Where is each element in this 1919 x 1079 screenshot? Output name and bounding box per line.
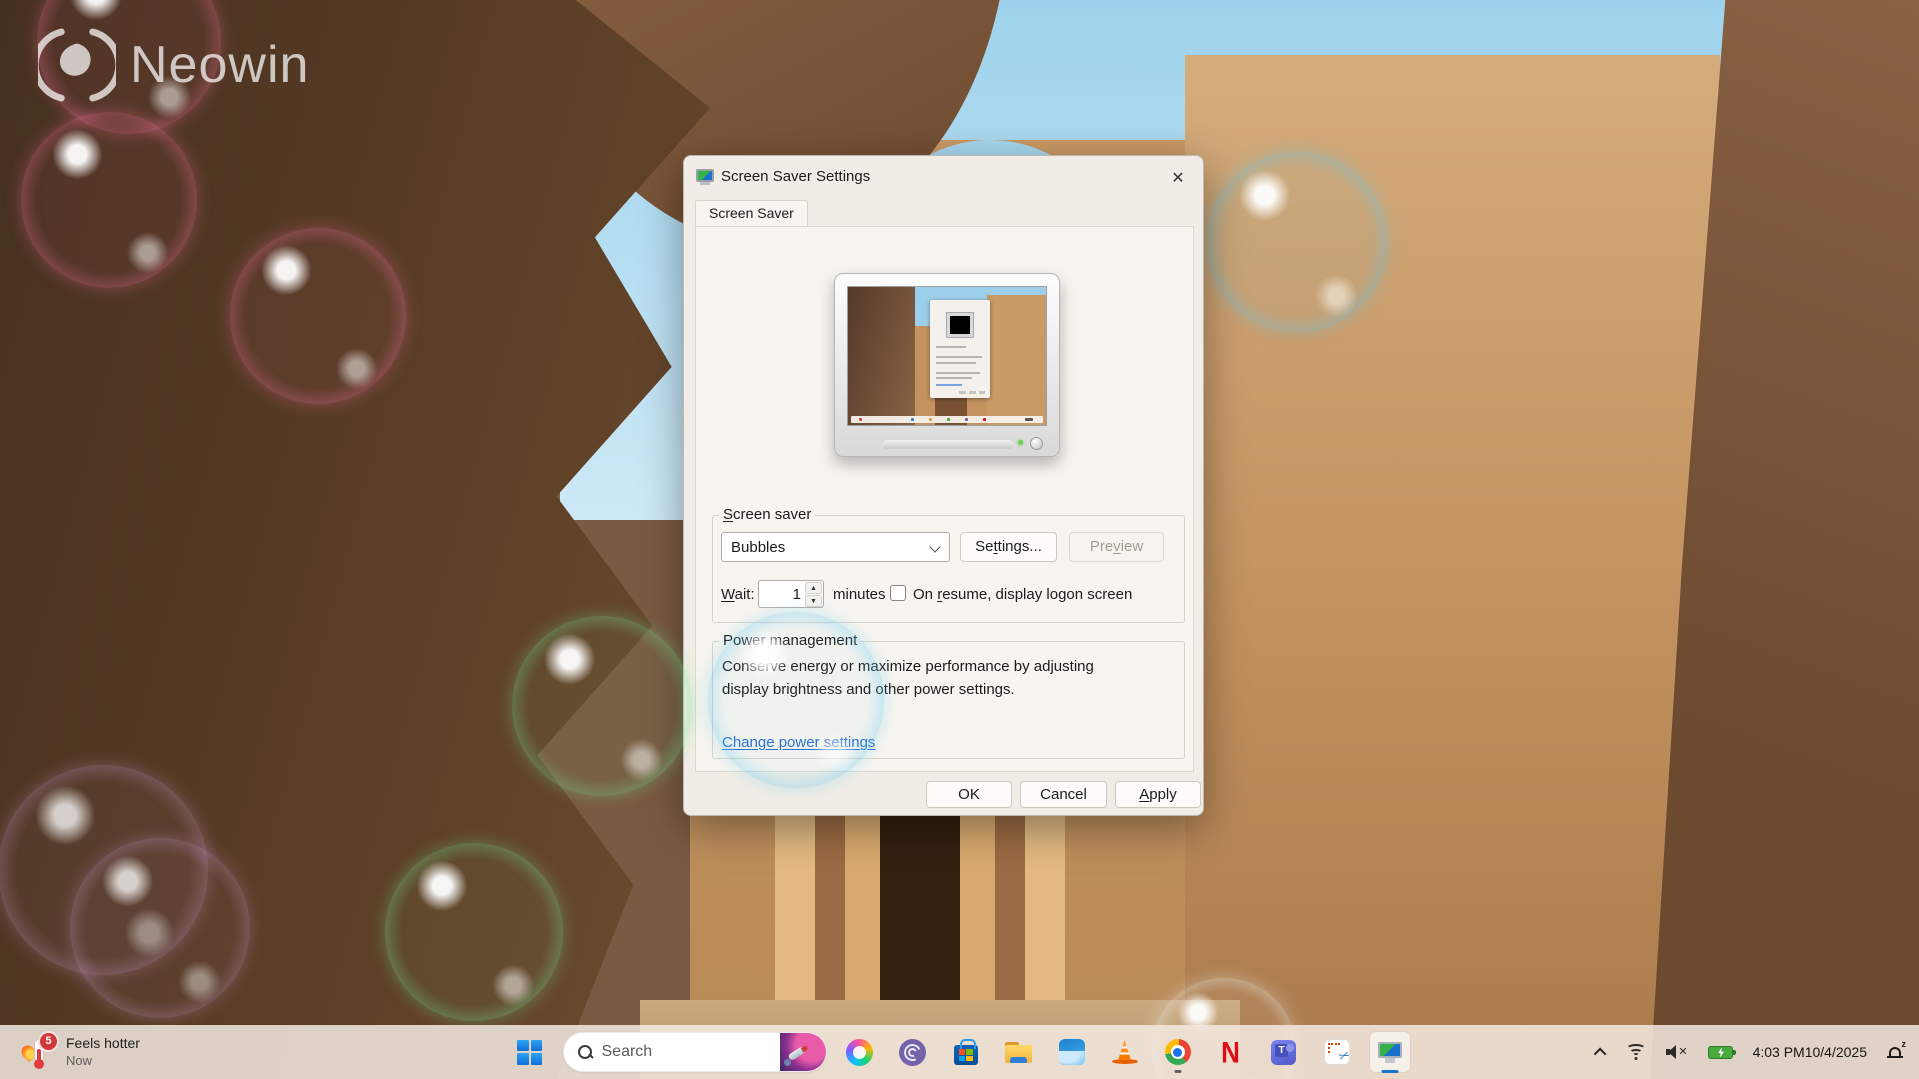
tray-date: 10/4/2025 <box>1805 1043 1867 1062</box>
tray-time: 4:03 PM <box>1753 1043 1805 1062</box>
taskbar-app-screen-saver-settings[interactable] <box>1370 1032 1410 1072</box>
system-tray: ✕ 4:03 PM 10/4/2025 z <box>1593 1025 1907 1079</box>
file-explorer-icon <box>1005 1042 1032 1063</box>
weather-widget[interactable]: 5 Feels hotter Now <box>10 1025 152 1079</box>
netflix-icon: N <box>1221 1037 1240 1067</box>
cancel-button[interactable]: Cancel <box>1020 781 1107 808</box>
clock[interactable]: 4:03 PM 10/4/2025 <box>1749 1034 1871 1070</box>
start-button[interactable] <box>510 1032 550 1072</box>
on-resume-checkbox[interactable] <box>890 585 906 601</box>
bubble-green-1 <box>512 616 692 796</box>
active-app-indicator <box>1381 1070 1398 1073</box>
bubble-pink-2 <box>21 112 197 288</box>
search-daily-image <box>780 1033 826 1072</box>
close-icon[interactable]: ✕ <box>1161 164 1195 191</box>
monitor-power-button <box>1030 437 1043 450</box>
mini-wallpaper-left <box>848 287 915 425</box>
desktop: Neowin Screen Saver Settings ✕ Screen Sa… <box>0 0 1919 1079</box>
do-not-disturb-bell-icon[interactable]: z <box>1883 1034 1907 1070</box>
screen-saver-group-label: Screen saver <box>719 506 815 523</box>
bubble-pink-3 <box>230 228 406 404</box>
dialog-button-row: OK Cancel Apply <box>684 781 1203 808</box>
vlc-icon <box>1112 1040 1138 1064</box>
notification-badge: 5 <box>38 1031 59 1052</box>
neowin-logo-icon <box>38 26 116 104</box>
bittorrent-icon <box>899 1039 926 1066</box>
monitor-stand <box>883 440 1013 449</box>
wait-spinner-arrows: ▲ ▼ <box>805 582 822 606</box>
mini-taskbar <box>851 416 1043 423</box>
dialog-title: Screen Saver Settings <box>721 168 870 185</box>
display-screensaver-icon <box>696 169 714 185</box>
bubble-lavender-2 <box>70 838 250 1018</box>
weather-title: Feels hotter <box>66 1035 140 1053</box>
preview-button[interactable]: Preview <box>1069 532 1164 562</box>
tray-chevron-up-icon[interactable] <box>1593 1034 1610 1070</box>
bubble-cyan-dialog <box>708 612 884 788</box>
bubble-green-2 <box>385 843 563 1021</box>
running-indicator <box>1174 1070 1181 1073</box>
wait-value: 1 <box>793 586 801 603</box>
taskbar-app-bittorrent[interactable] <box>893 1032 933 1072</box>
mini-dialog <box>930 300 990 398</box>
volume-muted-icon[interactable]: ✕ <box>1662 1034 1692 1070</box>
taskbar-app-microsoft-store[interactable] <box>946 1032 986 1072</box>
search-icon <box>578 1045 592 1059</box>
screensaver-dropdown[interactable]: Bubbles <box>721 532 950 562</box>
chevron-down-icon <box>929 541 940 552</box>
mini-dialog-monitor <box>947 313 973 337</box>
bubble-cyan-1 <box>1207 152 1387 332</box>
spinner-up-icon[interactable]: ▲ <box>805 582 822 594</box>
taskbar: 5 Feels hotter Now <box>0 1025 1919 1079</box>
taskbar-app-chrome[interactable] <box>1158 1032 1198 1072</box>
tab-screen-saver[interactable]: Screen Saver <box>695 200 808 226</box>
windows-logo-icon <box>517 1040 542 1065</box>
taskbar-app-vlc[interactable] <box>1105 1032 1145 1072</box>
photos-icon <box>1059 1039 1085 1065</box>
spinner-down-icon[interactable]: ▼ <box>805 595 822 607</box>
taskbar-app-file-explorer[interactable] <box>999 1032 1039 1072</box>
on-resume-checkbox-label[interactable]: On resume, display logon screen <box>913 586 1132 603</box>
weather-subtitle: Now <box>66 1053 140 1069</box>
neowin-watermark: Neowin <box>38 26 309 104</box>
taskbar-app-photos[interactable] <box>1052 1032 1092 1072</box>
chrome-icon <box>1165 1039 1191 1065</box>
taskbar-app-snipping-tool[interactable]: ✂ <box>1317 1032 1357 1072</box>
taskbar-center: N ✂ <box>510 1025 1410 1079</box>
monitor-preview-screen <box>847 286 1047 426</box>
settings-button[interactable]: Settings... <box>960 532 1057 562</box>
search-box[interactable] <box>563 1032 827 1072</box>
neowin-watermark-text: Neowin <box>130 35 309 95</box>
monitor-preview <box>834 273 1060 457</box>
taskbar-app-teams[interactable] <box>1264 1032 1304 1072</box>
battery-charging-icon[interactable] <box>1704 1034 1737 1070</box>
copilot-icon <box>846 1039 873 1066</box>
teams-icon <box>1271 1040 1296 1065</box>
screensaver-dropdown-value: Bubbles <box>731 539 785 556</box>
taskbar-app-netflix[interactable]: N <box>1211 1032 1251 1072</box>
screen-saver-group: Screen saver Bubbles Settings... Preview… <box>712 515 1185 623</box>
monitor-power-led <box>1018 440 1023 445</box>
minutes-label: minutes <box>833 586 886 603</box>
apply-button[interactable]: Apply <box>1115 781 1201 808</box>
microsoft-store-icon <box>954 1045 978 1065</box>
wifi-icon[interactable] <box>1622 1034 1650 1070</box>
weather-hot-icon: 5 <box>22 1035 56 1069</box>
ok-button[interactable]: OK <box>926 781 1012 808</box>
screen-saver-settings-icon <box>1378 1042 1402 1063</box>
wait-spinner[interactable]: 1 ▲ ▼ <box>758 580 824 608</box>
mini-wallpaper-right <box>987 295 1046 425</box>
dialog-titlebar: Screen Saver Settings ✕ <box>684 156 1203 198</box>
snipping-tool-icon: ✂ <box>1324 1039 1350 1065</box>
wait-label: Wait: <box>721 586 755 603</box>
taskbar-app-copilot[interactable] <box>840 1032 880 1072</box>
